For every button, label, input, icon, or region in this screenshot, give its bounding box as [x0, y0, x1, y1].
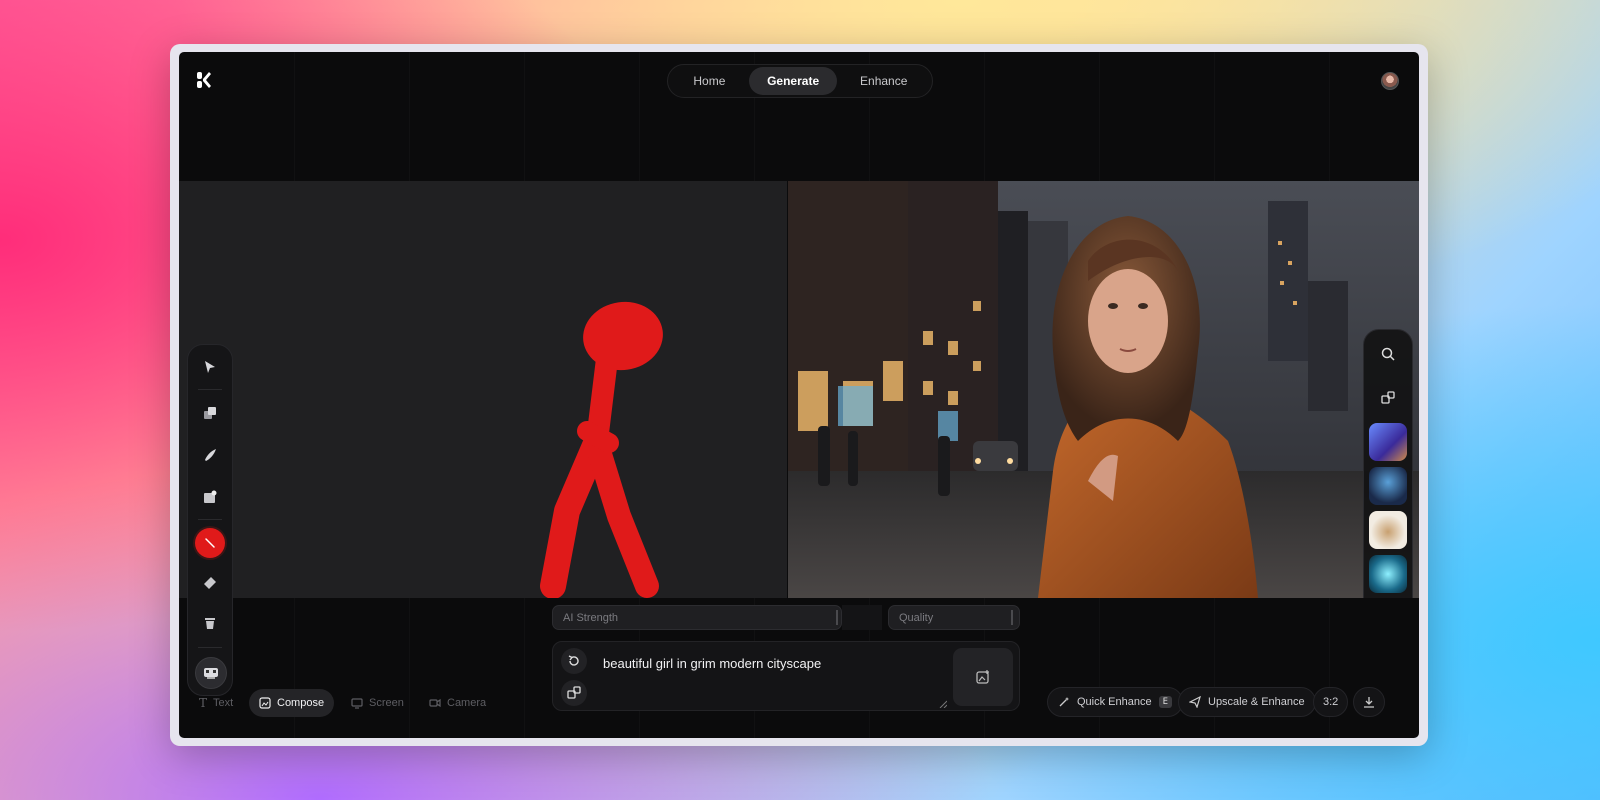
mascot-icon[interactable] [195, 657, 227, 689]
sketch-canvas[interactable] [179, 181, 787, 696]
text-icon: T [199, 696, 208, 710]
tab-home[interactable]: Home [672, 67, 747, 95]
ai-strength-handle[interactable] [836, 610, 838, 625]
style-thumbnail-2[interactable] [1369, 467, 1407, 505]
shapes-swap-icon[interactable] [561, 680, 587, 706]
tab-generate[interactable]: Generate [748, 67, 838, 95]
style-thumbnail-1[interactable] [1369, 423, 1407, 461]
cityscape-portrait-image [788, 181, 1419, 598]
prompt-box: beautiful girl in grim modern cityscape [552, 641, 1020, 711]
main-nav: Home Generate Enhance [667, 64, 933, 98]
compose-icon [259, 697, 271, 709]
monitor-icon [351, 698, 363, 709]
style-thumbnail-3[interactable] [1369, 511, 1407, 549]
aspect-ratio-button[interactable]: 3:2 [1313, 687, 1349, 717]
quality-handle[interactable] [1011, 610, 1013, 625]
toolbar-divider [198, 519, 222, 520]
eraser-icon[interactable] [200, 573, 220, 593]
quality-label: Quality [899, 611, 934, 624]
generated-image[interactable] [788, 181, 1419, 598]
select-icon[interactable] [200, 357, 220, 377]
color-picker[interactable] [195, 528, 225, 558]
upscale-enhance-label: Upscale & Enhance [1208, 696, 1305, 708]
resize-handle-icon[interactable] [939, 700, 947, 708]
layers-icon[interactable] [200, 403, 220, 423]
mode-camera-label: Camera [447, 697, 487, 709]
user-avatar[interactable] [1381, 72, 1399, 90]
add-image-button[interactable] [953, 648, 1013, 706]
send-icon [1189, 696, 1201, 708]
aspect-ratio-label: 3:2 [1323, 696, 1339, 708]
mode-text-label: Text [213, 697, 234, 709]
toolbar-divider [198, 389, 222, 390]
download-button[interactable] [1353, 687, 1385, 717]
quick-enhance-button[interactable]: Quick Enhance E [1047, 687, 1184, 717]
reset-icon[interactable] [561, 648, 587, 674]
mode-screen-label: Screen [369, 697, 404, 709]
trash-icon[interactable] [200, 613, 220, 633]
upscale-enhance-button[interactable]: Upscale & Enhance [1178, 687, 1316, 717]
ai-strength-label: AI Strength [563, 611, 619, 624]
app-window-frame: Home Generate Enhance AI Strength Qualit… [170, 44, 1428, 746]
tab-enhance[interactable]: Enhance [839, 67, 928, 95]
krea-logo-icon[interactable] [197, 72, 211, 88]
image-plus-icon [976, 670, 989, 684]
red-stick-figure-drawing [540, 301, 663, 599]
drawing-toolbar [187, 344, 233, 696]
mode-camera[interactable]: Camera [419, 689, 496, 717]
download-icon [1364, 697, 1374, 708]
prompt-input[interactable]: beautiful girl in grim modern cityscape [603, 656, 933, 671]
shapes-icon[interactable] [1378, 388, 1398, 408]
search-icon[interactable] [1378, 344, 1398, 364]
mode-screen[interactable]: Screen [341, 689, 414, 717]
app-window: Home Generate Enhance AI Strength Qualit… [179, 52, 1419, 738]
style-gallery [1363, 329, 1413, 598]
brush-icon[interactable] [200, 445, 220, 465]
camera-icon [429, 698, 441, 708]
ai-strength-slider[interactable]: AI Strength [552, 605, 842, 630]
quality-slider[interactable]: Quality [888, 605, 1020, 630]
sparkle-wand-icon [1059, 697, 1069, 707]
style-thumbnail-4[interactable] [1369, 555, 1407, 593]
shortcut-badge: E [1158, 696, 1173, 708]
mode-compose[interactable]: Compose [249, 689, 335, 717]
toolbar-divider [198, 647, 222, 648]
slider-gap [842, 605, 882, 630]
mode-compose-label: Compose [277, 697, 325, 709]
quick-enhance-label: Quick Enhance [1077, 696, 1152, 708]
image-add-icon[interactable] [200, 487, 220, 507]
mode-text[interactable]: T Text [189, 689, 243, 717]
